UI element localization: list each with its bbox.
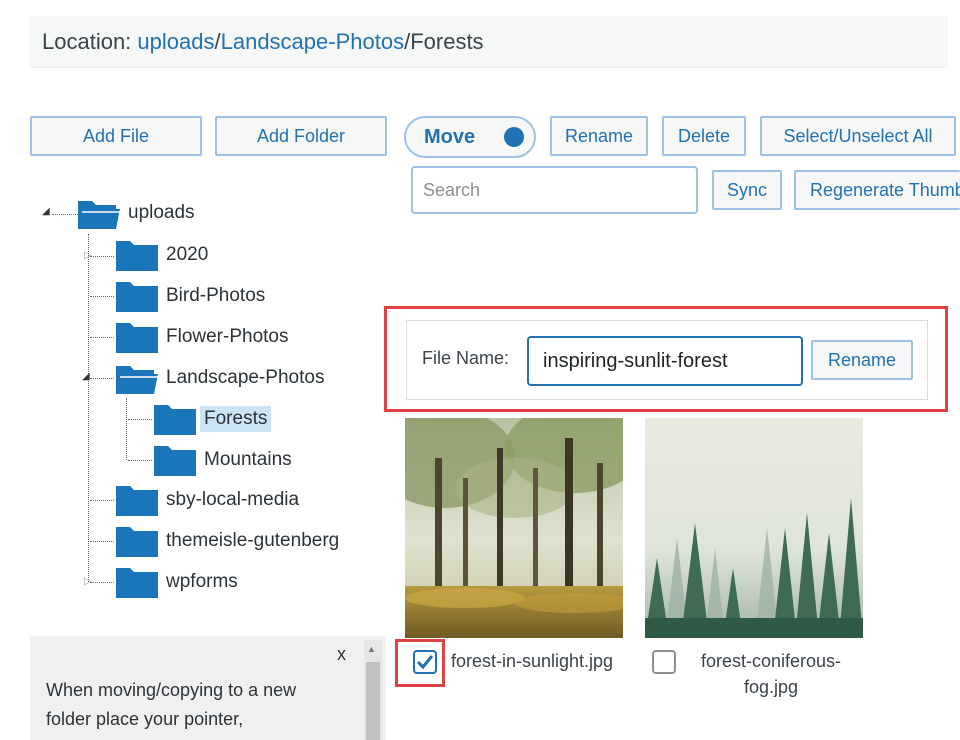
tree-connector (128, 419, 152, 420)
collapse-arrow-icon[interactable]: ◢ (82, 371, 90, 382)
expand-arrow-icon[interactable]: ▷ (84, 250, 92, 261)
tree-item-label: uploads (128, 202, 195, 223)
file-name-label: File Name: (422, 348, 510, 368)
tree-item-2020[interactable]: 2020 (114, 236, 212, 274)
location-bar: Location: uploads/Landscape-Photos/Fores… (30, 16, 948, 68)
add-folder-button[interactable]: Add Folder (215, 116, 387, 156)
file-thumbnail[interactable] (645, 418, 863, 638)
folder-tree: ◢ ▷ ◢ ▷ uploads 2020 Bird-Photos Flower-… (0, 180, 380, 620)
tree-connector (90, 378, 114, 379)
tree-item-uploads[interactable]: uploads (76, 194, 199, 232)
select-unselect-all-button[interactable]: Select/Unselect All (760, 116, 956, 156)
file-caption: forest-in-sunlight.jpg (450, 651, 614, 671)
folder-open-icon (116, 366, 158, 394)
tree-item-label: Landscape-Photos (166, 367, 325, 388)
checkmark-icon (416, 655, 434, 670)
tree-item-label: themeisle-gutenberg (166, 530, 340, 551)
forest-fog-image (645, 418, 863, 638)
file-name-input[interactable] (527, 336, 803, 386)
tree-item-wpforms[interactable]: wpforms (114, 563, 242, 601)
add-file-button[interactable]: Add File (30, 116, 202, 156)
tree-connector (90, 256, 114, 257)
tree-connector (90, 541, 114, 542)
tree-item-label: Bird-Photos (166, 285, 266, 306)
folder-icon (116, 527, 158, 557)
file-thumbnail[interactable] (405, 418, 623, 638)
tree-item-label: Forests (200, 406, 272, 432)
close-icon[interactable]: x (337, 644, 346, 665)
move-label: Move (424, 125, 476, 148)
tree-item-label: Mountains (204, 449, 292, 470)
toggle-dot-icon (504, 127, 524, 147)
tree-item-label: Flower-Photos (166, 326, 289, 347)
scrollbar-thumb[interactable] (366, 662, 380, 740)
tree-item-label: sby-local-media (166, 489, 300, 510)
tree-connector (90, 296, 114, 297)
breadcrumb-uploads[interactable]: uploads (137, 29, 214, 54)
folder-icon (116, 282, 158, 312)
location-prefix: Location: (42, 29, 138, 54)
tree-connector (90, 582, 114, 583)
breadcrumb-landscape-photos[interactable]: Landscape-Photos (221, 29, 404, 54)
rename-file-button[interactable]: Rename (811, 340, 913, 380)
scroll-up-icon[interactable]: ▲ (367, 644, 376, 654)
folder-open-icon (78, 201, 120, 229)
search-input[interactable] (411, 166, 698, 214)
sync-button[interactable]: Sync (712, 170, 782, 210)
regenerate-thumbnails-button[interactable]: Regenerate Thumbnails (794, 170, 960, 210)
file-select-checkbox[interactable] (652, 650, 676, 674)
tree-item-label: 2020 (166, 244, 209, 265)
expand-arrow-icon[interactable]: ▷ (84, 576, 92, 587)
tree-connector (126, 398, 127, 460)
collapse-arrow-icon[interactable]: ◢ (42, 206, 50, 217)
tree-item-themeisle-gutenberg[interactable]: themeisle-gutenberg (114, 522, 343, 560)
tree-item-landscape-photos[interactable]: Landscape-Photos (114, 359, 328, 397)
file-caption: forest-coniferous-fog.jpg (700, 651, 842, 697)
tree-connector (88, 234, 89, 582)
folder-icon (116, 568, 158, 598)
forest-sunlight-image (405, 418, 623, 638)
tree-item-label: wpforms (166, 571, 238, 592)
tree-item-flower-photos[interactable]: Flower-Photos (114, 318, 293, 356)
breadcrumb-current: Forests (410, 29, 484, 54)
rename-button[interactable]: Rename (550, 116, 648, 156)
folder-icon (116, 241, 158, 271)
tree-connector (90, 500, 114, 501)
tree-connector (90, 337, 114, 338)
help-text: When moving/copying to a new folder plac… (46, 680, 297, 729)
tree-item-sby-local-media[interactable]: sby-local-media (114, 481, 303, 519)
move-toggle-button[interactable]: Move (404, 116, 536, 158)
delete-button[interactable]: Delete (662, 116, 746, 156)
tree-item-bird-photos[interactable]: Bird-Photos (114, 277, 269, 315)
tree-item-mountains[interactable]: Mountains (152, 441, 296, 479)
folder-icon (116, 486, 158, 516)
folder-icon (154, 446, 196, 476)
folder-icon (116, 323, 158, 353)
tree-connector (128, 460, 152, 461)
tree-item-forests[interactable]: Forests (152, 400, 272, 438)
folder-icon (154, 405, 196, 435)
file-select-checkbox[interactable] (413, 650, 437, 674)
tree-connector (52, 214, 78, 215)
